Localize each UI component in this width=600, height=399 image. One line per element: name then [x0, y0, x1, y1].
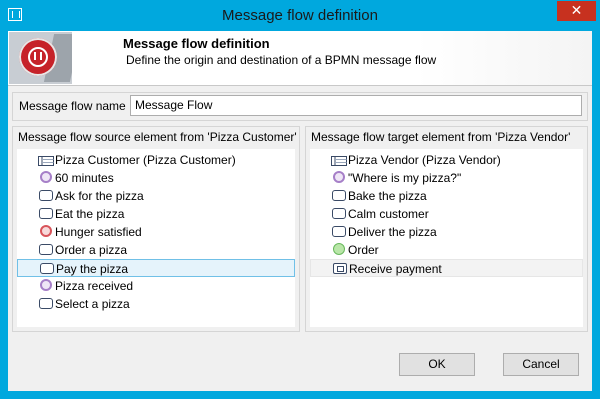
task-icon: [332, 190, 346, 201]
target-list-item[interactable]: Order: [310, 241, 583, 259]
task-icon: [39, 208, 53, 219]
banner-subtitle: Define the origin and destination of a B…: [126, 53, 437, 67]
source-list-item-label: Eat the pizza: [55, 207, 125, 221]
timer-event-icon: [40, 171, 52, 183]
source-list-item[interactable]: Ask for the pizza: [17, 187, 295, 205]
cancel-button[interactable]: Cancel: [503, 353, 579, 376]
title-bar[interactable]: Message flow definition ✕: [0, 0, 600, 31]
name-input[interactable]: Message Flow: [130, 95, 582, 116]
source-list-item[interactable]: Pay the pizza: [17, 259, 295, 277]
source-list-item-label: Pay the pizza: [56, 262, 129, 276]
task-icon: [332, 226, 346, 237]
source-list-item[interactable]: Eat the pizza: [17, 205, 295, 223]
target-list-item-label: Order: [348, 243, 379, 257]
target-list-item[interactable]: Calm customer: [310, 205, 583, 223]
target-list-item[interactable]: Receive payment: [310, 259, 583, 277]
target-list-item[interactable]: "Where is my pizza?": [310, 169, 583, 187]
header-banner: Message flow definition Define the origi…: [8, 31, 592, 86]
target-panel: Message flow target element from 'Pizza …: [305, 126, 588, 332]
target-list-item-label: Bake the pizza: [348, 189, 427, 203]
source-list-item[interactable]: 60 minutes: [17, 169, 295, 187]
ok-button[interactable]: OK: [399, 353, 475, 376]
target-list-item-label: Calm customer: [348, 207, 429, 221]
source-list-item-label: Pizza Customer (Pizza Customer): [55, 153, 236, 167]
source-list-item[interactable]: Hunger satisfied: [17, 223, 295, 241]
pool-icon: [38, 155, 54, 166]
source-list-item-label: Order a pizza: [55, 243, 128, 257]
task-icon: [40, 263, 54, 274]
task-icon: [39, 244, 53, 255]
source-list-item-label: Select a pizza: [55, 297, 130, 311]
name-group: Message flow name Message Flow: [12, 92, 588, 121]
receive-task-icon: [333, 263, 347, 274]
source-list-item[interactable]: Pizza received: [17, 277, 295, 295]
task-icon: [332, 208, 346, 219]
source-list-item[interactable]: Order a pizza: [17, 241, 295, 259]
dialog-body: Message flow definition Define the origi…: [8, 31, 592, 391]
target-list-item[interactable]: Bake the pizza: [310, 187, 583, 205]
window-title: Message flow definition: [222, 7, 378, 24]
pool-icon: [331, 155, 347, 166]
intermediate-event-icon: [333, 171, 345, 183]
target-list-item-label: Pizza Vendor (Pizza Vendor): [348, 153, 501, 167]
task-icon: [39, 298, 53, 309]
close-button[interactable]: ✕: [557, 1, 596, 21]
source-list-item-label: Pizza received: [55, 279, 134, 293]
target-list-item[interactable]: Pizza Vendor (Pizza Vendor): [310, 151, 583, 169]
task-icon: [39, 190, 53, 201]
end-event-icon: [40, 225, 52, 237]
banner-title: Message flow definition: [123, 36, 270, 51]
bpmn-logo-icon: [9, 32, 72, 84]
source-panel-title: Message flow source element from 'Pizza …: [18, 130, 297, 144]
name-label: Message flow name: [19, 99, 126, 113]
source-list-item-label: 60 minutes: [55, 171, 114, 185]
source-list-item-label: Ask for the pizza: [55, 189, 144, 203]
source-list[interactable]: Pizza Customer (Pizza Customer) 60 minute…: [17, 149, 295, 327]
start-event-icon: [333, 243, 345, 255]
source-panel: Message flow source element from 'Pizza …: [12, 126, 300, 332]
target-list-item-label: Deliver the pizza: [348, 225, 437, 239]
target-list[interactable]: Pizza Vendor (Pizza Vendor) "Where is my …: [310, 149, 583, 327]
source-list-item-label: Hunger satisfied: [55, 225, 142, 239]
target-list-item-label: Receive payment: [349, 262, 442, 276]
target-list-item-label: "Where is my pizza?": [348, 171, 462, 185]
source-list-item[interactable]: Select a pizza: [17, 295, 295, 313]
target-panel-title: Message flow target element from 'Pizza …: [311, 130, 571, 144]
source-list-item[interactable]: Pizza Customer (Pizza Customer): [17, 151, 295, 169]
target-list-item[interactable]: Deliver the pizza: [310, 223, 583, 241]
intermediate-event-icon: [40, 279, 52, 291]
dialog-window: Message flow definition ✕ Message flow d…: [0, 0, 600, 399]
